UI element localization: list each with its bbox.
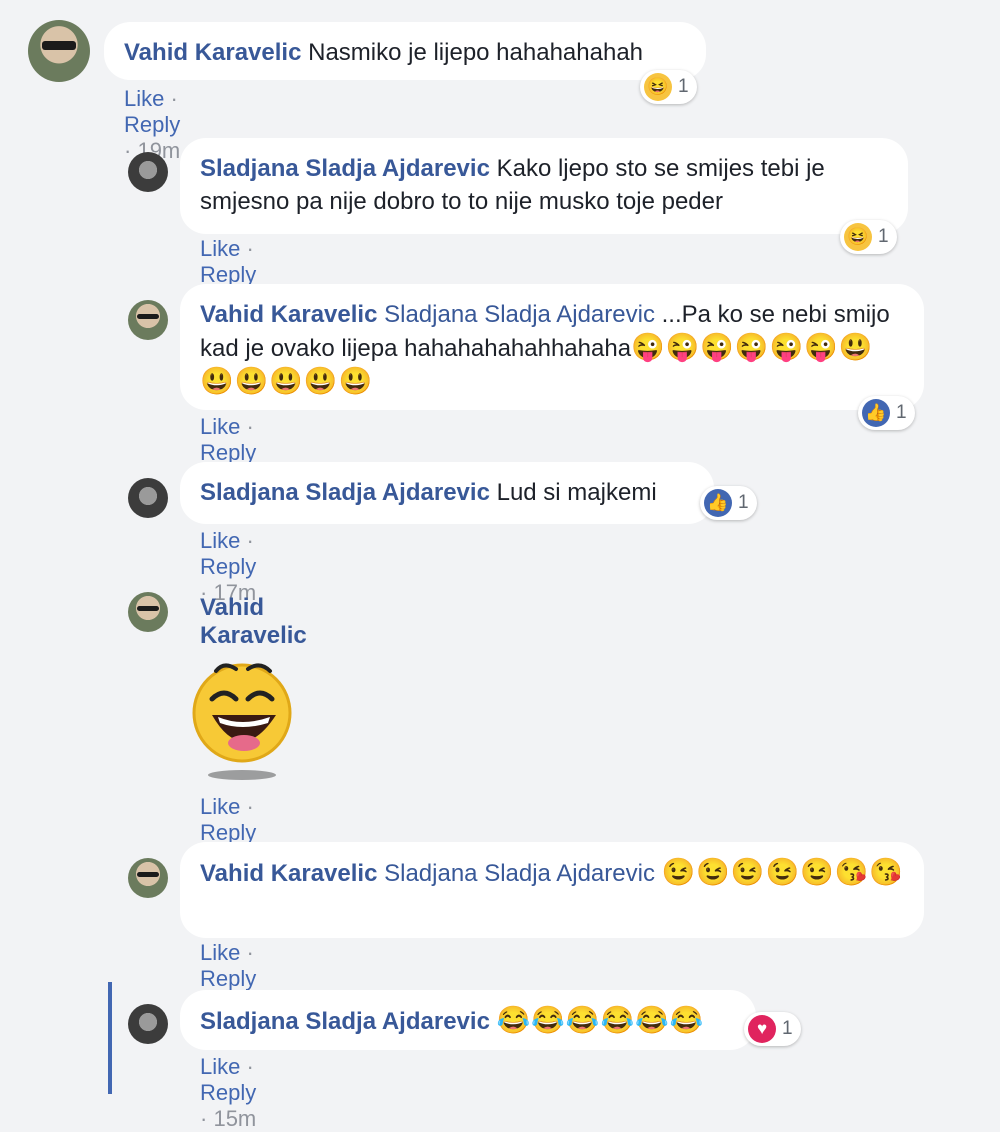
like-link[interactable]: Like (200, 794, 240, 819)
like-reaction-icon: 👍 (704, 489, 732, 517)
like-reaction-icon: 👍 (862, 399, 890, 427)
author-name[interactable]: Sladjana Sladja Ajdarevic (200, 155, 490, 182)
reply-link[interactable]: Reply (124, 112, 180, 137)
timestamp[interactable]: 15m (213, 1106, 256, 1131)
author-name[interactable]: Sladjana Sladja Ajdarevic (200, 1008, 490, 1035)
author-name[interactable]: Vahid Karavelic (200, 301, 377, 328)
mention-link[interactable]: Sladjana Sladja Ajdarevic (384, 860, 655, 887)
author-name[interactable]: Vahid Karavelic (124, 39, 301, 66)
author-name[interactable]: Vahid Karavelic (200, 860, 377, 887)
like-link[interactable]: Like (200, 1054, 240, 1079)
like-link[interactable]: Like (200, 414, 240, 439)
comment-bubble: Sladjana Sladja Ajdarevic Lud si majkemi (180, 462, 714, 524)
emoji-text: 😂😂😂😂😂😂 (496, 1005, 705, 1035)
avatar[interactable] (128, 1004, 168, 1044)
like-link[interactable]: Like (200, 236, 240, 261)
reaction-count: 1 (896, 402, 907, 423)
author-name-row: Vahid Karavelic (200, 594, 307, 650)
reaction-badge[interactable]: 👍 1 (700, 486, 757, 520)
author-name[interactable]: Vahid Karavelic (200, 594, 307, 649)
reaction-badge[interactable]: 👍 1 (858, 396, 915, 430)
reply-link[interactable]: Reply (200, 554, 256, 579)
reaction-count: 1 (738, 492, 749, 513)
like-link[interactable]: Like (200, 940, 240, 965)
avatar[interactable] (128, 858, 168, 898)
comment-bubble: Sladjana Sladja Ajdarevic 😂😂😂😂😂😂 (180, 990, 756, 1050)
comment-bubble: Vahid Karavelic Sladjana Sladja Ajdarevi… (180, 842, 924, 938)
like-link[interactable]: Like (200, 528, 240, 553)
avatar[interactable] (128, 300, 168, 340)
reply-link[interactable]: Reply (200, 966, 256, 991)
haha-reaction-icon: 😆 (644, 73, 672, 101)
avatar[interactable] (128, 152, 168, 192)
reaction-badge[interactable]: 😆 1 (640, 70, 697, 104)
love-reaction-icon: ♥ (748, 1015, 776, 1043)
avatar[interactable] (128, 592, 168, 632)
reply-link[interactable]: Reply (200, 1080, 256, 1105)
reaction-count: 1 (678, 76, 689, 97)
reply-thread-indicator (108, 982, 112, 1094)
comment-actions: Like · Reply · 15m (200, 1054, 257, 1131)
comment-text: Nasmiko je lijepo hahahahahah (308, 39, 644, 66)
comment-bubble: Sladjana Sladja Ajdarevic Kako ljepo sto… (180, 138, 908, 234)
comment-text: Lud si majkemi (496, 479, 657, 506)
avatar[interactable] (28, 20, 90, 82)
reaction-count: 1 (782, 1018, 793, 1039)
reaction-count: 1 (878, 226, 889, 247)
like-link[interactable]: Like (124, 86, 164, 111)
emoji-text: 😉😉😉😉😉😘😘 (661, 857, 904, 887)
mention-link[interactable]: Sladjana Sladja Ajdarevic (384, 301, 655, 328)
comment-bubble: Vahid Karavelic Nasmiko je lijepo hahaha… (104, 22, 706, 80)
author-name[interactable]: Sladjana Sladja Ajdarevic (200, 479, 490, 506)
reaction-badge[interactable]: 😆 1 (840, 220, 897, 254)
haha-reaction-icon: 😆 (844, 223, 872, 251)
avatar[interactable] (128, 478, 168, 518)
laughing-face-sticker[interactable] (190, 655, 300, 785)
reaction-badge[interactable]: ♥ 1 (744, 1012, 801, 1046)
comment-bubble: Vahid Karavelic Sladjana Sladja Ajdarevi… (180, 284, 924, 410)
